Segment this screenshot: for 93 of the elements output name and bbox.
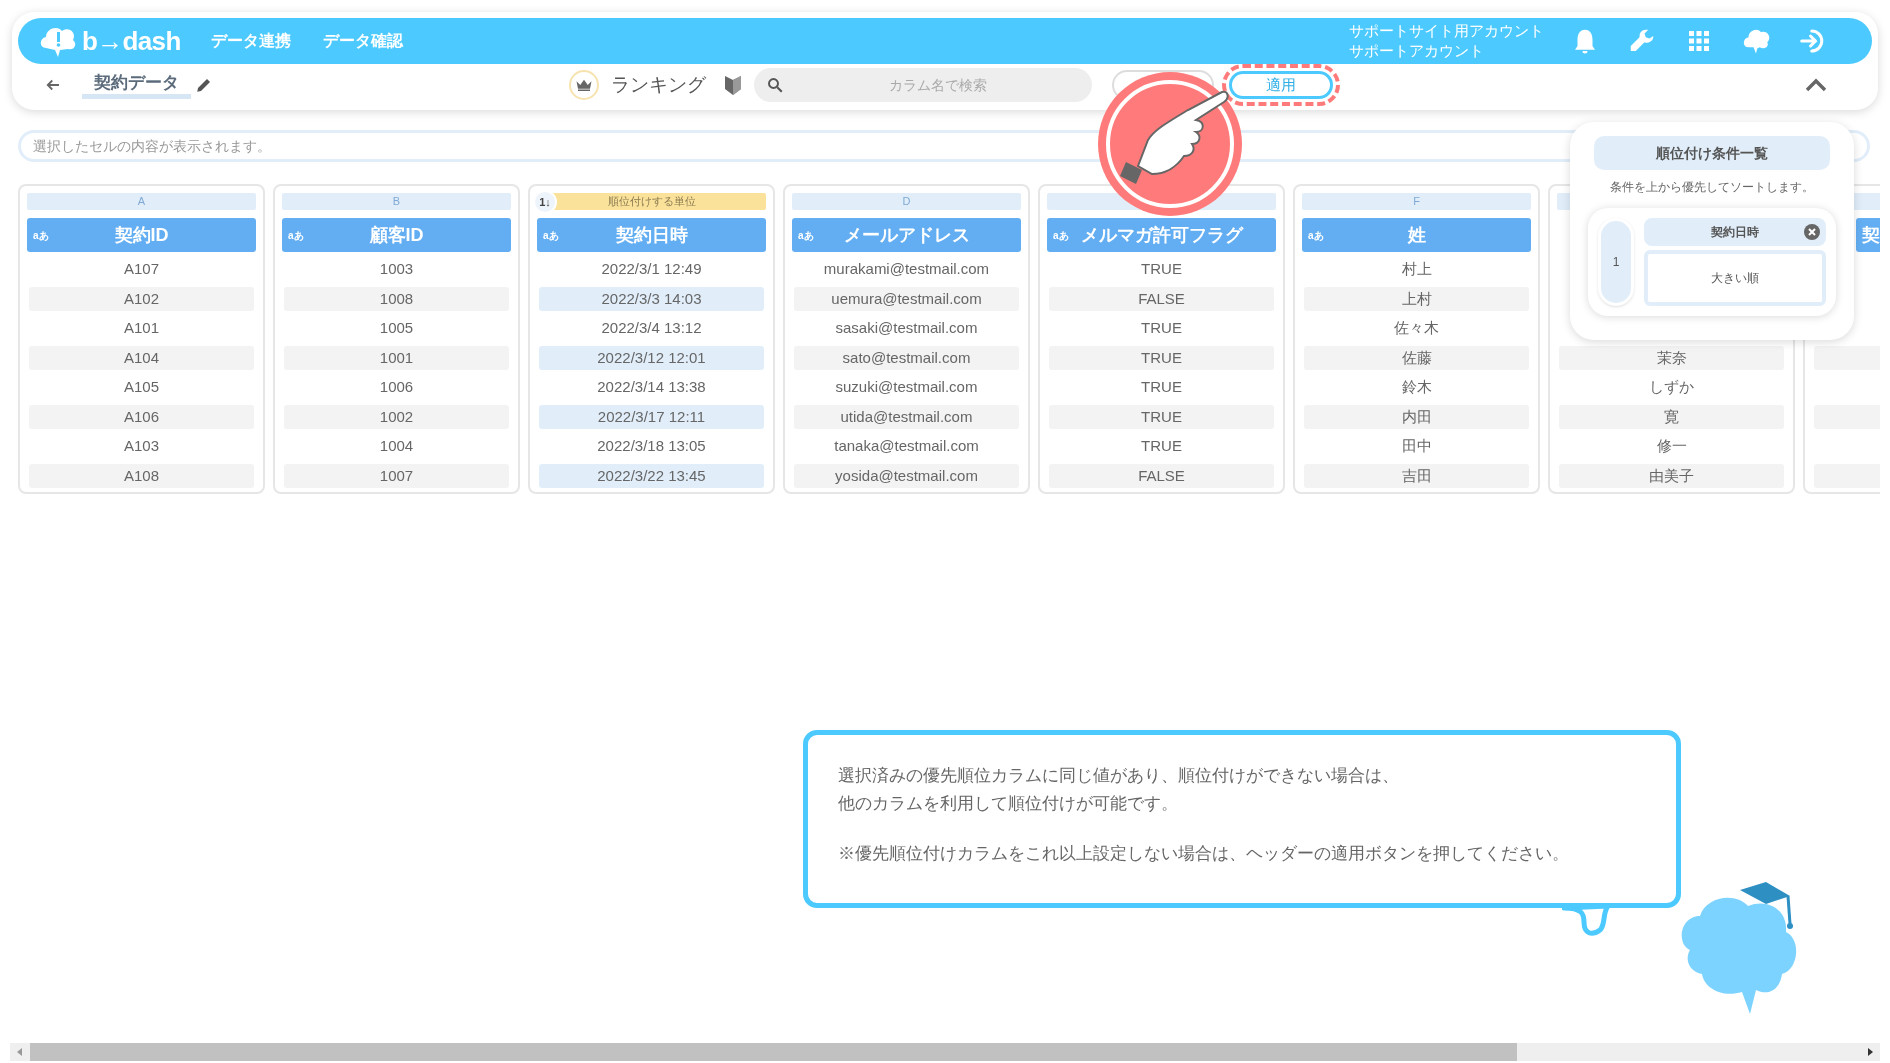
table-cell[interactable]: 佐々木	[1304, 316, 1529, 341]
table-cell[interactable]: 2022/3/22 13:45	[539, 463, 764, 488]
table-cell[interactable]: A103	[29, 434, 254, 459]
sort-order-field[interactable]: 大きい順	[1644, 250, 1826, 306]
table-cell[interactable]: 2022/3/14 13:38	[539, 375, 764, 400]
table-cell[interactable]: A106	[29, 404, 254, 429]
account-name: サポートアカウント	[1349, 41, 1485, 61]
table-cell[interactable]: TRUE	[1049, 257, 1274, 282]
table-cell[interactable]: 1006	[284, 375, 509, 400]
table-cell[interactable]: 2022/3/3 14:03	[539, 286, 764, 311]
type-label: aあ	[33, 228, 49, 243]
table-cell[interactable]: 1008	[284, 286, 509, 311]
table-cell[interactable]: FALSE	[1049, 286, 1274, 311]
table-cell[interactable]: sato@testmail.com	[794, 345, 1019, 370]
table-cell[interactable]: 茉奈	[1559, 345, 1784, 370]
table-cell[interactable]: TRUE	[1049, 404, 1274, 429]
table-cell[interactable]: 2022/3/4 13:12	[539, 316, 764, 341]
panel-title: 順位付け条件一覧	[1594, 136, 1830, 170]
table-cell[interactable]: FALSE	[1049, 463, 1274, 488]
panel-description: 条件を上から優先してソートします。	[1609, 179, 1815, 196]
table-cell[interactable]: A101	[29, 316, 254, 341]
logo-text: b→dash	[82, 24, 181, 58]
bubble-text: 選択済みの優先順位カラムに同じ値があり、順位付けができない場合は、 他のカラムを利用して順位付けが可能です。	[838, 765, 1400, 815]
search-field[interactable]: カラム名で検索	[754, 68, 1092, 102]
type-label: aあ	[1053, 228, 1069, 243]
table-cell[interactable]: TRUE	[1049, 345, 1274, 370]
table-cell[interactable]: 1004	[284, 434, 509, 459]
horizontal-scrollbar[interactable]	[10, 1043, 1880, 1061]
header-label: 契約日時	[615, 223, 688, 247]
table-cell[interactable]: 鈴木	[1304, 375, 1529, 400]
table-cell[interactable]: tanaka@testmail.com	[794, 434, 1019, 459]
table-cell[interactable]: sasaki@testmail.com	[794, 316, 1019, 341]
column-letter-bar: A	[27, 193, 256, 210]
crown-icon	[575, 78, 593, 92]
chevron-up-icon[interactable]	[1804, 77, 1828, 93]
type-label: aあ	[1308, 228, 1324, 243]
header-label: 契約ID	[114, 223, 169, 247]
table-cell[interactable]: 1002	[284, 404, 509, 429]
table-cell[interactable]: しずか	[1559, 375, 1784, 400]
scrollbar-thumb[interactable]	[30, 1043, 1517, 1061]
table-cell[interactable]: 修一	[1559, 434, 1784, 459]
table-cell[interactable]: 村上	[1304, 257, 1529, 282]
mode-label: ランキング	[611, 72, 706, 97]
column-letter-bar: F	[1302, 193, 1531, 210]
table-cell[interactable]: TRUE	[1049, 375, 1274, 400]
table-cell[interactable]: TRUE	[1049, 316, 1274, 341]
table-cell[interactable]: 田中	[1304, 434, 1529, 459]
table-cell[interactable]: A104	[29, 345, 254, 370]
table-cell[interactable]: 2022/3/12 12:01	[539, 345, 764, 370]
header-label: メールアドレス	[843, 223, 970, 247]
header-label: メルマガ許可フラグ	[1080, 223, 1243, 247]
bubble-text: ※優先順位付けカラムをこれ以上設定しない場合は、ヘッダーの適用ボタンを押してください。	[838, 843, 1570, 865]
table-cell[interactable]: 1005	[284, 316, 509, 341]
type-label: aあ	[798, 228, 814, 243]
table-cell[interactable]: 吉田	[1304, 463, 1529, 488]
table-cell[interactable]: 1007	[284, 463, 509, 488]
table-cell[interactable]: 由美子	[1559, 463, 1784, 488]
header-label: 顧客ID	[369, 223, 424, 247]
pencil-icon[interactable]	[195, 76, 213, 94]
table-cell[interactable]: 2022/3/1 12:49	[539, 257, 764, 282]
priority-number: 1	[1598, 218, 1634, 306]
condition-name: 契約日時	[1711, 224, 1759, 241]
table-cell[interactable]: 寛	[1559, 404, 1784, 429]
sort-order-badge[interactable]: 1↓	[533, 190, 557, 214]
header-label: 姓	[1407, 223, 1426, 247]
table-cell[interactable]: 内田	[1304, 404, 1529, 429]
table-cell[interactable]: uemura@testmail.com	[794, 286, 1019, 311]
table-cell[interactable]: A102	[29, 286, 254, 311]
table-cell[interactable]: 1001	[284, 345, 509, 370]
ranking-unit-label: 順位付けする単位	[607, 194, 696, 210]
table-cell[interactable]: 2022/3/18 13:05	[539, 434, 764, 459]
table-cell[interactable]: A105	[29, 375, 254, 400]
table-cell[interactable]: A107	[29, 257, 254, 282]
table-cell[interactable]: suzuki@testmail.com	[794, 375, 1019, 400]
table-cell[interactable]: TRUE	[1049, 434, 1274, 459]
remove-icon[interactable]	[1804, 224, 1820, 240]
type-label: aあ	[543, 228, 559, 243]
table-cell[interactable]: 佐藤	[1304, 345, 1529, 370]
table-cell[interactable]: 上村	[1304, 286, 1529, 311]
table-cell[interactable]: 2022/3/17 12:11	[539, 404, 764, 429]
type-label: aあ	[288, 228, 304, 243]
table-cell[interactable]: murakami@testmail.com	[794, 257, 1019, 282]
search-icon	[766, 76, 784, 94]
column-letter-bar: B	[282, 193, 511, 210]
beginner-mark-icon[interactable]	[724, 74, 742, 96]
table-cell[interactable]: yosida@testmail.com	[794, 463, 1019, 488]
header-label: 契	[1862, 223, 1880, 247]
table-cell[interactable]: A108	[29, 463, 254, 488]
account-name: サポートサイト用アカウント	[1349, 21, 1544, 41]
table-cell[interactable]: 1003	[284, 257, 509, 282]
column-letter-bar: D	[792, 193, 1021, 210]
data-title: 契約データ	[82, 71, 191, 99]
table-cell[interactable]: utida@testmail.com	[794, 404, 1019, 429]
